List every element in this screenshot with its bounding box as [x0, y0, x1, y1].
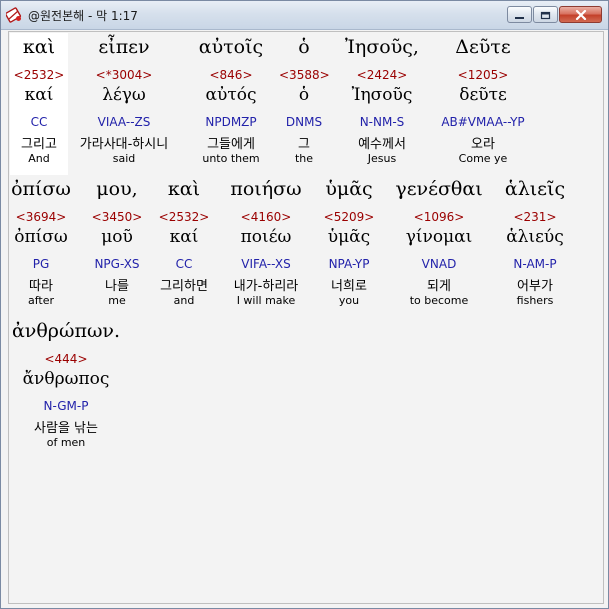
- lemma: αὐτός: [205, 85, 257, 105]
- greek-word: ὀπίσω: [11, 178, 71, 200]
- morphology-code: N-GM-P: [43, 399, 89, 413]
- korean-gloss: 예수께서: [358, 137, 406, 152]
- strong-number[interactable]: <3588>: [279, 68, 330, 82]
- interlinear-panel[interactable]: καὶ <2532> καί CC 그리고 And εἶπεν <*3004> …: [8, 31, 604, 604]
- lemma: ἁλιεύς: [506, 227, 564, 247]
- english-gloss: me: [108, 294, 126, 307]
- morphology-code: N-NM-S: [359, 115, 405, 129]
- english-gloss: Jesus: [367, 152, 397, 165]
- lemma: γίνομαι: [405, 227, 473, 247]
- title-bar[interactable]: @원전본해 - 막 1:17: [1, 1, 608, 30]
- morphology-code: DNMS: [285, 115, 323, 129]
- lemma: λέγω: [102, 85, 146, 105]
- english-gloss: and: [173, 294, 195, 307]
- app-window: @원전본해 - 막 1:17 καὶ <2532> καί CC 그리고 And…: [0, 0, 609, 609]
- korean-gloss: 그: [298, 137, 310, 152]
- strong-number[interactable]: <1096>: [389, 210, 489, 224]
- lemma: ἄνθρωπος: [22, 369, 110, 389]
- greek-word: ὁ: [298, 36, 310, 58]
- greek-word: μου,: [96, 178, 138, 200]
- english-gloss: And: [28, 152, 50, 165]
- korean-gloss: 그들에게: [207, 137, 255, 152]
- window-title: @원전본해 - 막 1:17: [28, 9, 138, 23]
- lemma: ποιέω: [240, 227, 292, 247]
- english-gloss: the: [294, 152, 314, 165]
- korean-gloss: 어부가: [517, 279, 553, 294]
- strong-number[interactable]: <5209>: [314, 210, 384, 224]
- korean-gloss: 되게: [427, 279, 451, 294]
- lemma: ὑμᾶς: [327, 227, 371, 247]
- korean-gloss: 그리하면: [160, 279, 208, 294]
- greek-word: καὶ: [22, 36, 56, 58]
- greek-word: Ἰησοῦς,: [345, 36, 419, 58]
- morphology-code: VIAA--ZS: [97, 115, 151, 129]
- strong-number[interactable]: <2424>: [334, 68, 430, 82]
- lemma: ὀπίσω: [14, 227, 68, 247]
- morphology-code: NPDMZP: [205, 115, 257, 129]
- strong-number[interactable]: <3694>: [10, 210, 72, 224]
- english-gloss: of men: [46, 436, 86, 449]
- greek-word: Δεῦτε: [455, 36, 511, 58]
- strong-number[interactable]: <1205>: [434, 68, 532, 82]
- morphology-code: VNAD: [421, 257, 457, 271]
- english-gloss: fishers: [516, 294, 554, 307]
- bible-app-icon[interactable]: [4, 7, 22, 23]
- strong-number[interactable]: <231>: [497, 210, 573, 224]
- english-gloss: you: [338, 294, 360, 307]
- korean-gloss: 나를: [105, 279, 129, 294]
- strong-number[interactable]: <2532>: [151, 210, 217, 224]
- minimize-icon: [514, 5, 525, 24]
- korean-gloss: 그리고: [21, 137, 57, 152]
- lemma: Ἰησοῦς: [351, 85, 413, 105]
- strong-number[interactable]: <3450>: [87, 210, 147, 224]
- close-icon: [575, 5, 587, 24]
- morphology-code: VIFA--XS: [241, 257, 291, 271]
- korean-gloss: 내가-하리라: [233, 279, 299, 294]
- close-button[interactable]: [559, 6, 602, 23]
- maximize-icon: [540, 5, 551, 24]
- morphology-code: N-AM-P: [513, 257, 557, 271]
- korean-gloss: 오라: [471, 137, 495, 152]
- lemma: ὁ: [298, 85, 310, 105]
- english-gloss: Come ye: [458, 152, 508, 165]
- morphology-code: NPG-XS: [94, 257, 140, 271]
- greek-word: ἁλιεῖς: [504, 178, 566, 200]
- strong-number[interactable]: <2532>: [10, 68, 68, 82]
- korean-gloss: 따라: [29, 279, 53, 294]
- greek-word: ἀνθρώπων.: [11, 320, 121, 342]
- caption-buttons: [506, 6, 602, 24]
- morphology-code: CC: [30, 115, 48, 129]
- minimize-button[interactable]: [507, 6, 532, 23]
- english-gloss: I will make: [236, 294, 296, 307]
- morphology-code: PG: [32, 257, 50, 271]
- english-gloss: after: [27, 294, 55, 307]
- greek-word: ποιήσω: [230, 178, 302, 200]
- morphology-code: AB#VMAA--YP: [441, 115, 525, 129]
- english-gloss: unto them: [202, 152, 260, 165]
- lemma: μοῦ: [101, 227, 133, 247]
- morphology-code: NPA-YP: [328, 257, 370, 271]
- greek-word: γενέσθαι: [395, 178, 483, 200]
- greek-word: εἶπεν: [98, 36, 150, 58]
- english-gloss: said: [112, 152, 136, 165]
- morphology-code: CC: [175, 257, 193, 271]
- korean-gloss: 사람을 낚는: [34, 421, 98, 436]
- english-gloss: to become: [409, 294, 469, 307]
- korean-gloss: 가라사대-하시니: [79, 137, 169, 152]
- strong-number[interactable]: <4160>: [223, 210, 309, 224]
- greek-word: καὶ: [167, 178, 201, 200]
- strong-number[interactable]: <*3004>: [69, 68, 179, 82]
- strong-number[interactable]: <846>: [186, 68, 276, 82]
- lemma: δεῦτε: [459, 85, 507, 105]
- greek-word: ὑμᾶς: [325, 178, 373, 200]
- greek-word: αὐτοῖς: [198, 36, 264, 58]
- lemma: καί: [24, 85, 54, 105]
- lemma: καί: [169, 227, 199, 247]
- strong-number[interactable]: <444>: [10, 352, 122, 366]
- korean-gloss: 너희로: [331, 279, 367, 294]
- maximize-button[interactable]: [533, 6, 558, 23]
